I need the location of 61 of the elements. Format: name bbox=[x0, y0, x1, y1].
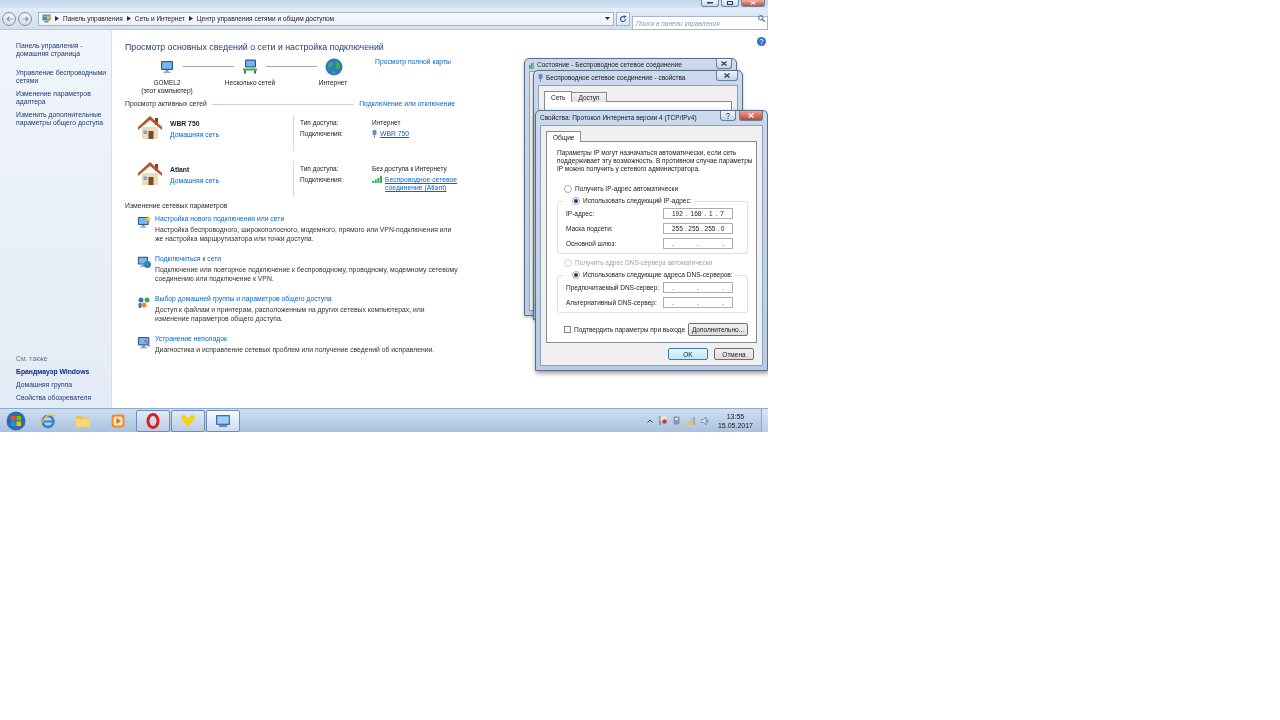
maximize-icon bbox=[727, 1, 733, 5]
chevron-up-icon bbox=[646, 418, 653, 423]
arrow-right-icon bbox=[21, 15, 29, 22]
maximize-button[interactable] bbox=[721, 0, 739, 7]
arrow-left-icon bbox=[5, 15, 13, 22]
radio-button[interactable] bbox=[572, 271, 580, 279]
folder-icon bbox=[75, 413, 91, 428]
help-button[interactable] bbox=[720, 111, 736, 121]
chevron-icon bbox=[55, 16, 59, 21]
close-icon bbox=[724, 73, 730, 78]
close-icon bbox=[721, 61, 727, 66]
close-icon bbox=[748, 113, 754, 118]
play-icon bbox=[111, 413, 125, 428]
close-icon bbox=[750, 1, 756, 5]
computer-icon bbox=[159, 59, 175, 74]
show-hidden-icons-button[interactable] bbox=[646, 418, 653, 423]
monitor-magnifier-icon bbox=[137, 335, 151, 349]
radio-button[interactable] bbox=[564, 185, 572, 193]
network-bench-icon bbox=[242, 59, 258, 74]
page-title: Просмотр основных сведений о сети и настройка подключений bbox=[125, 42, 384, 53]
help-icon bbox=[726, 112, 730, 119]
ring-icon bbox=[146, 412, 160, 429]
speaker-icon[interactable] bbox=[700, 416, 710, 425]
house-icon bbox=[137, 161, 163, 187]
control-panel-icon bbox=[42, 14, 51, 23]
monitor-globe-icon bbox=[137, 255, 151, 269]
taskbar-app-button[interactable] bbox=[136, 409, 170, 432]
signal-icon bbox=[372, 176, 382, 183]
minimize-button[interactable] bbox=[701, 0, 719, 7]
chevron-icon bbox=[126, 16, 131, 21]
plug-icon bbox=[538, 74, 543, 82]
windows-orb-icon bbox=[6, 410, 26, 431]
close-button[interactable] bbox=[716, 71, 738, 81]
minimize-icon bbox=[707, 2, 713, 4]
close-button[interactable] bbox=[739, 111, 763, 121]
checkbox[interactable] bbox=[564, 326, 571, 333]
caret-icon[interactable] bbox=[605, 17, 610, 20]
signal-bars-icon bbox=[529, 61, 534, 69]
globe-icon bbox=[325, 57, 343, 76]
taskbar-app-button[interactable] bbox=[206, 409, 240, 432]
refresh-button[interactable] bbox=[616, 11, 630, 26]
browser-e-icon bbox=[40, 412, 56, 429]
monitor-star-icon bbox=[137, 215, 151, 229]
connection-line bbox=[266, 66, 317, 67]
search-icon bbox=[758, 14, 765, 22]
drive-icon[interactable] bbox=[672, 416, 680, 425]
plug-icon bbox=[372, 130, 377, 138]
close-button[interactable] bbox=[716, 59, 732, 69]
refresh-icon bbox=[619, 14, 627, 23]
chevron-icon bbox=[188, 16, 193, 21]
taskbar-app-button[interactable] bbox=[171, 409, 205, 432]
radio-button[interactable] bbox=[572, 197, 580, 205]
back-button[interactable] bbox=[2, 11, 16, 26]
forward-button[interactable] bbox=[18, 11, 32, 26]
house-icon bbox=[137, 115, 163, 141]
flag-icon[interactable] bbox=[658, 416, 667, 425]
dots-icon bbox=[137, 295, 151, 309]
connection-line bbox=[183, 66, 234, 67]
monitor-icon bbox=[215, 413, 231, 428]
heart-icon bbox=[180, 413, 196, 428]
help-icon[interactable] bbox=[757, 37, 766, 46]
